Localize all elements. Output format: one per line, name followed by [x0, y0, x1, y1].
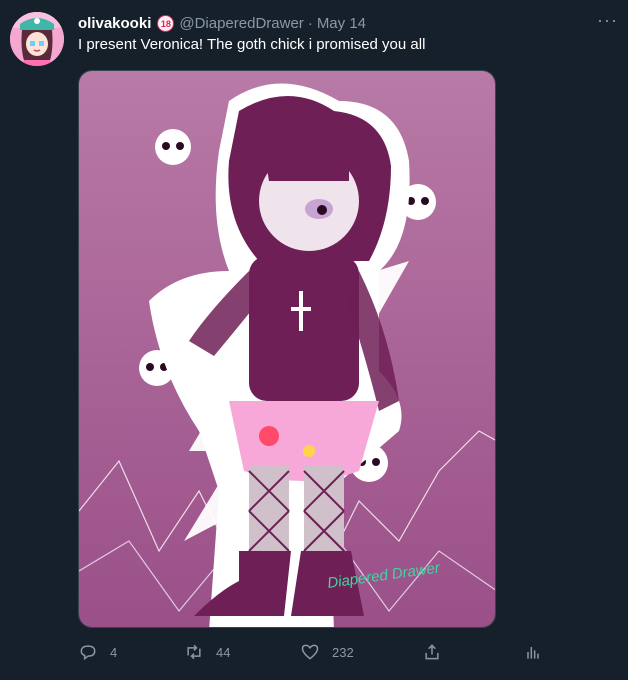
avatar[interactable]	[10, 12, 64, 66]
heart-icon	[301, 644, 319, 660]
display-name[interactable]: olivakooki	[78, 15, 151, 32]
more-icon[interactable]: ···	[597, 11, 618, 29]
reply-count: 4	[110, 644, 118, 660]
tweet-date[interactable]: May 14	[317, 15, 366, 32]
reply-button[interactable]: 4	[78, 642, 117, 662]
separator: ·	[307, 14, 313, 32]
analytics-button[interactable]	[523, 642, 543, 662]
share-icon	[425, 644, 439, 660]
share-button[interactable]	[422, 642, 442, 662]
retweet-button[interactable]: 44	[184, 642, 230, 662]
tweet-actions: 4 44 232	[78, 642, 548, 668]
age-badge: 18	[157, 14, 175, 32]
like-button[interactable]: 232	[300, 642, 354, 662]
reply-icon	[80, 645, 96, 661]
skull-icon	[155, 129, 191, 165]
retweet-icon	[187, 644, 201, 660]
retweet-count: 44	[216, 644, 231, 660]
tweet-image[interactable]: Diapered Drawer	[78, 70, 496, 628]
analytics-icon	[527, 647, 539, 659]
tweet-text: I present Veronica! The goth chick i pro…	[78, 36, 426, 53]
tweet[interactable]: olivakooki 18 @DiaperedDrawer · May 14 ·…	[0, 0, 628, 680]
like-count: 232	[332, 644, 354, 660]
tweet-header: olivakooki 18 @DiaperedDrawer · May 14	[78, 12, 366, 34]
handle[interactable]: @DiaperedDrawer	[179, 15, 303, 32]
